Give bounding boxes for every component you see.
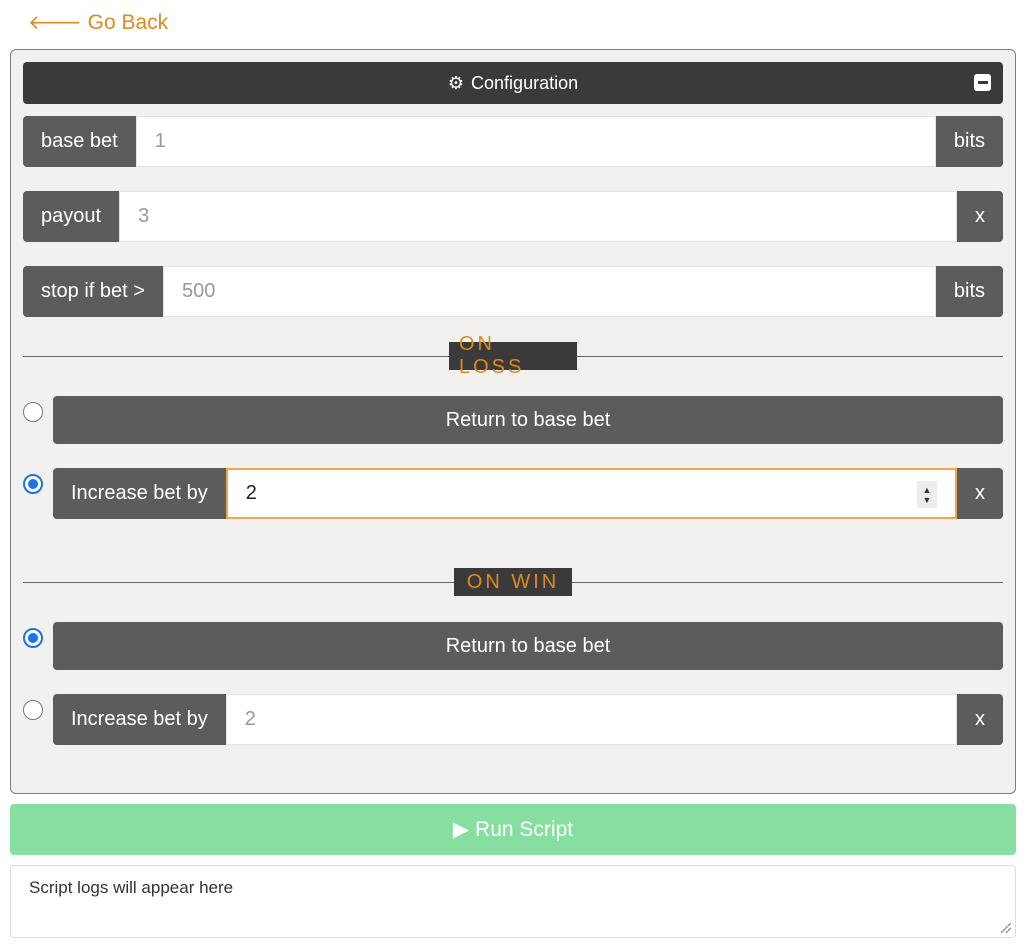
- run-script-label: Run Script: [475, 817, 574, 841]
- play-icon: ▶: [452, 818, 470, 841]
- on-loss-increase-row: Increase bet by 2 ▲ ▼ x: [53, 468, 1003, 519]
- on-loss-increase-radio[interactable]: [23, 474, 43, 494]
- on-win-increase-radio[interactable]: [23, 700, 43, 720]
- script-logs-area[interactable]: Script logs will appear here: [10, 865, 1016, 938]
- payout-unit: x: [957, 191, 1003, 242]
- payout-row: payout 3 x: [23, 191, 1003, 242]
- on-loss-increase-label: Increase bet by: [53, 468, 226, 519]
- base-bet-row: base bet 1 bits: [23, 116, 1003, 167]
- payout-label: payout: [23, 191, 120, 242]
- base-bet-input[interactable]: 1: [135, 116, 936, 167]
- go-back-label: Go Back: [87, 10, 169, 34]
- stop-if-bet-input[interactable]: 500: [162, 266, 936, 317]
- stop-if-bet-unit: bits: [935, 266, 1003, 317]
- go-back-link[interactable]: 🡐 Go Back: [28, 10, 168, 35]
- stop-if-bet-row: stop if bet > 500 bits: [23, 266, 1003, 317]
- stop-if-bet-label: stop if bet >: [23, 266, 163, 317]
- run-script-button[interactable]: ▶ Run Script: [10, 804, 1016, 855]
- configuration-panel: ⚙ Configuration base bet 1 bits payout 3…: [10, 49, 1016, 794]
- on-loss-return-button[interactable]: Return to base bet: [53, 396, 1003, 444]
- on-win-return-button[interactable]: Return to base bet: [53, 622, 1003, 670]
- on-loss-increase-value: 2: [245, 482, 257, 504]
- resize-handle-icon[interactable]: [1001, 923, 1011, 933]
- base-bet-label: base bet: [23, 116, 136, 167]
- arrow-left-icon: 🡐: [28, 12, 82, 34]
- on-loss-heading: ON LOSS: [449, 333, 577, 378]
- collapse-icon[interactable]: [974, 74, 991, 91]
- on-win-increase-unit: x: [957, 694, 1003, 745]
- script-logs-placeholder: Script logs will appear here: [29, 878, 234, 897]
- payout-input[interactable]: 3: [119, 191, 957, 242]
- on-loss-increase-unit: x: [957, 468, 1003, 519]
- on-win-increase-label: Increase bet by: [53, 694, 226, 745]
- configuration-title: Configuration: [471, 72, 579, 93]
- on-loss-increase-input[interactable]: 2 ▲ ▼: [225, 468, 957, 519]
- on-win-increase-row: Increase bet by 2 x: [53, 694, 1003, 745]
- number-spinner-icon[interactable]: ▲ ▼: [917, 481, 937, 508]
- on-win-heading: ON WIN: [454, 568, 572, 596]
- base-bet-unit: bits: [935, 116, 1003, 167]
- on-win-increase-input[interactable]: 2: [225, 694, 957, 745]
- configuration-header[interactable]: ⚙ Configuration: [23, 62, 1003, 104]
- on-win-return-radio[interactable]: [23, 628, 43, 648]
- on-loss-return-radio[interactable]: [23, 402, 43, 422]
- gear-icon: ⚙: [447, 72, 465, 93]
